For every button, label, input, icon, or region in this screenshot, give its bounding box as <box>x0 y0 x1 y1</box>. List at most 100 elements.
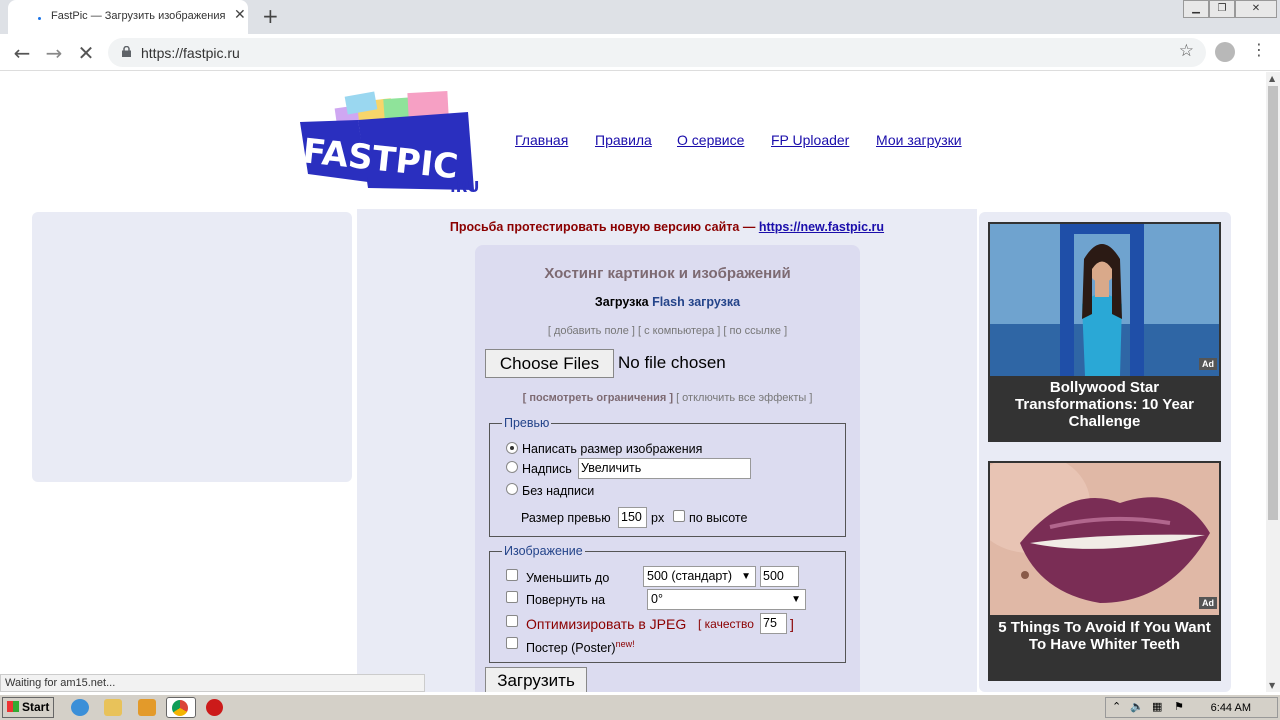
account-avatar-icon[interactable] <box>1215 42 1235 62</box>
scroll-down-icon[interactable]: ▼ <box>1269 681 1275 690</box>
upload-mode-tabs: Загрузка Flash загрузка <box>475 295 860 309</box>
close-window-icon[interactable]: ✕ <box>1235 0 1277 18</box>
minimize-icon[interactable]: ▁ <box>1183 0 1209 18</box>
nav-link-home[interactable]: Главная <box>515 132 568 148</box>
network-icon[interactable]: ▦ <box>1152 700 1162 713</box>
notice-link[interactable]: https://new.fastpic.ru <box>759 220 884 234</box>
caption-input[interactable]: Увеличить <box>578 458 751 479</box>
stop-loading-icon[interactable]: ✕ <box>73 40 99 66</box>
image-fieldset: Изображение Уменьшить до 500 (стандарт) … <box>489 544 846 663</box>
back-icon[interactable]: ← <box>9 40 35 66</box>
explorer-icon[interactable] <box>104 699 122 716</box>
preview-size-label: Размер превью <box>521 511 611 525</box>
url-text: https://fastpic.ru <box>141 45 240 61</box>
ad-badge: Ad <box>1199 358 1217 370</box>
notice-banner: Просьба протестировать новую версию сайт… <box>357 220 977 234</box>
rotate-label: Повернуть на <box>526 593 606 607</box>
maximize-icon[interactable]: ❐ <box>1209 0 1235 18</box>
quality-input[interactable]: 75 <box>760 613 787 634</box>
preview-size-unit: px <box>651 511 665 525</box>
clock[interactable]: 6:44 AM <box>1211 702 1251 714</box>
reduce-value-input[interactable]: 500 <box>760 566 799 587</box>
by-height-label: по высоте <box>689 511 748 525</box>
quality-open: [ качество <box>698 617 754 631</box>
optimize-jpeg-label: Оптимизировать в JPEG <box>526 616 687 632</box>
system-tray: ⌃ 🔈 ▦ ⚑ 6:44 AM <box>1105 697 1278 718</box>
volume-icon[interactable]: 🔈 <box>1130 700 1144 713</box>
limits-links: [ посмотреть ограничения ] [ отключить в… <box>475 392 860 404</box>
bookmark-star-icon[interactable]: ☆ <box>1179 41 1194 61</box>
radio-no-caption-label: Без надписи <box>522 484 595 498</box>
tray-expand-icon[interactable]: ⌃ <box>1112 700 1121 713</box>
optimize-jpeg-checkbox[interactable] <box>506 615 518 627</box>
ad-image-lips <box>990 463 1219 615</box>
lock-icon <box>122 46 131 57</box>
chrome-icon <box>172 700 188 716</box>
choose-files-button[interactable]: Choose Files <box>485 349 614 378</box>
preview-size-input[interactable]: 150 <box>618 507 647 528</box>
fastpic-logo[interactable]: FASTPIC .RU <box>298 82 488 197</box>
page-scrollbar[interactable]: ▲ ▼ <box>1266 72 1280 692</box>
right-sidebar: Ad Bollywood Star Transformations: 10 Ye… <box>979 212 1231 692</box>
tab-title: FastPic — Загрузить изображения <box>51 10 226 22</box>
chevron-down-icon: ▼ <box>791 594 801 605</box>
nav-link-rules[interactable]: Правила <box>595 132 652 148</box>
forward-icon[interactable]: → <box>41 40 67 66</box>
new-tab-icon[interactable]: + <box>262 4 279 28</box>
ad-title[interactable]: Bollywood Star Transformations: 10 Year … <box>988 379 1221 430</box>
no-file-label: No file chosen <box>618 353 726 372</box>
windows-taskbar: Start ⌃ 🔈 ▦ ⚑ 6:44 AM <box>0 694 1280 720</box>
radio-caption-label: Надпись <box>522 462 572 476</box>
nav-link-my-uploads[interactable]: Мои загрузки <box>876 132 962 148</box>
left-sidebar <box>32 212 352 482</box>
upload-panel: Хостинг картинок и изображений Загрузка … <box>475 245 860 692</box>
poster-label: Постер (Poster)new! <box>526 639 635 655</box>
media-player-icon[interactable] <box>138 699 156 716</box>
ad-card[interactable]: Ad Bollywood Star Transformations: 10 Ye… <box>988 222 1221 442</box>
poster-checkbox[interactable] <box>506 637 518 649</box>
preview-fieldset: Превью Написать размер изображения Надпи… <box>489 416 846 537</box>
tab-upload[interactable]: Загрузка <box>595 295 649 309</box>
tab-close-icon[interactable]: ✕ <box>234 7 246 23</box>
view-limits-link[interactable]: [ посмотреть ограничения ] <box>523 392 673 404</box>
poster-text: Постер (Poster) <box>526 641 616 656</box>
svg-text:.RU: .RU <box>450 178 479 196</box>
ie-icon[interactable] <box>71 699 89 716</box>
main-content: Просьба протестировать новую версию сайт… <box>357 209 977 692</box>
start-button[interactable]: Start <box>2 697 54 718</box>
scroll-up-icon[interactable]: ▲ <box>1269 74 1275 83</box>
reduce-select[interactable]: 500 (стандарт) ▼ <box>643 566 756 587</box>
nav-link-about[interactable]: О сервисе <box>677 132 744 148</box>
upload-heading: Хостинг картинок и изображений <box>544 265 791 282</box>
web-page: FASTPIC .RU Главная Правила О сервисе FP… <box>0 72 1266 692</box>
action-center-flag-icon[interactable]: ⚑ <box>1174 700 1184 713</box>
upload-submit-button[interactable]: Загрузить <box>485 667 587 692</box>
rotate-select-value: 0° <box>651 592 663 606</box>
loading-favicon-icon <box>38 17 41 20</box>
source-links[interactable]: [ добавить поле ] [ с компьютера ] [ по … <box>475 325 860 337</box>
ad-card[interactable]: Ad 5 Things To Avoid If You Want To Have… <box>988 461 1221 681</box>
notice-text: Просьба протестировать новую версию сайт… <box>449 220 759 234</box>
preview-legend: Превью <box>502 416 552 430</box>
ad-image-woman <box>990 224 1219 376</box>
reduce-label: Уменьшить до <box>526 571 610 585</box>
ad-title[interactable]: 5 Things To Avoid If You Want To Have Wh… <box>988 619 1221 653</box>
by-height-checkbox[interactable] <box>673 510 685 522</box>
scrollbar-thumb[interactable] <box>1268 86 1278 520</box>
tab-flash-upload[interactable]: Flash загрузка <box>652 295 740 309</box>
nav-link-uploader[interactable]: FP Uploader <box>771 132 849 148</box>
address-bar[interactable]: https://fastpic.ru ☆ <box>108 38 1206 67</box>
radio-caption[interactable] <box>506 461 518 473</box>
opera-icon[interactable] <box>206 699 223 716</box>
kebab-menu-icon[interactable]: ⋮ <box>1251 40 1267 59</box>
quality-close: ] <box>790 616 794 632</box>
start-label: Start <box>22 700 50 714</box>
disable-effects-link[interactable]: [ отключить все эффекты ] <box>676 392 812 404</box>
rotate-select[interactable]: 0° ▼ <box>647 589 806 610</box>
browser-tab[interactable]: FastPic — Загрузить изображения ✕ <box>8 0 248 34</box>
reduce-checkbox[interactable] <box>506 569 518 581</box>
rotate-checkbox[interactable] <box>506 591 518 603</box>
radio-size-text[interactable] <box>506 442 518 454</box>
radio-no-caption[interactable] <box>506 483 518 495</box>
image-legend: Изображение <box>502 544 585 558</box>
